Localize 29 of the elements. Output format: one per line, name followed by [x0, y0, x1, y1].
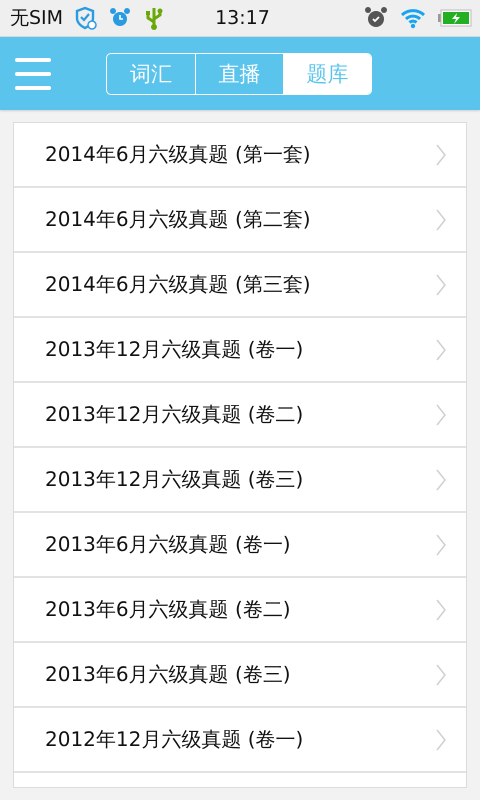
chevron-right-icon	[436, 338, 446, 360]
chevron-right-icon	[436, 664, 446, 686]
chevron-right-icon	[436, 728, 446, 750]
chevron-right-icon	[436, 468, 446, 490]
chevron-right-icon	[436, 144, 446, 166]
chevron-right-icon	[436, 208, 446, 230]
alarm-clock-icon	[364, 6, 388, 30]
exam-list-item[interactable]: 2013年12月六级真题 (卷三)	[14, 448, 466, 511]
battery-charging-icon	[438, 9, 472, 27]
chevron-right-icon	[436, 404, 446, 426]
chevron-right-icon	[436, 274, 446, 296]
menu-button[interactable]	[15, 58, 51, 90]
chevron-right-icon	[436, 598, 446, 620]
exam-list-item[interactable]: 2013年12月六级真题 (卷一)	[14, 318, 466, 381]
exam-list-item[interactable]: 2013年6月六级真题 (卷三)	[14, 643, 466, 706]
exam-list-item[interactable]: 2014年6月六级真题 (第二套)	[14, 188, 466, 251]
usb-icon	[143, 6, 166, 30]
exam-list-item[interactable]: 2013年6月六级真题 (卷一)	[14, 513, 466, 576]
shield-icon	[75, 6, 98, 30]
exam-list-item[interactable]: 2014年6月六级真题 (第三套)	[14, 253, 466, 316]
exam-list-item[interactable]: 2013年6月六级真题 (卷二)	[14, 578, 466, 641]
alarm-clock-icon	[109, 7, 132, 29]
exam-list-item[interactable]: 2012年12月六级真题 (卷一)	[14, 708, 466, 771]
wifi-icon	[400, 7, 426, 29]
exam-list-item[interactable]: 2014年6月六级真题 (第一套)	[14, 123, 466, 186]
carrier-text: 无SIM	[10, 6, 64, 31]
exam-list-item[interactable]: 2013年12月六级真题 (卷二)	[14, 383, 466, 446]
chevron-right-icon	[436, 534, 446, 556]
clock-time: 13:17	[215, 7, 270, 29]
